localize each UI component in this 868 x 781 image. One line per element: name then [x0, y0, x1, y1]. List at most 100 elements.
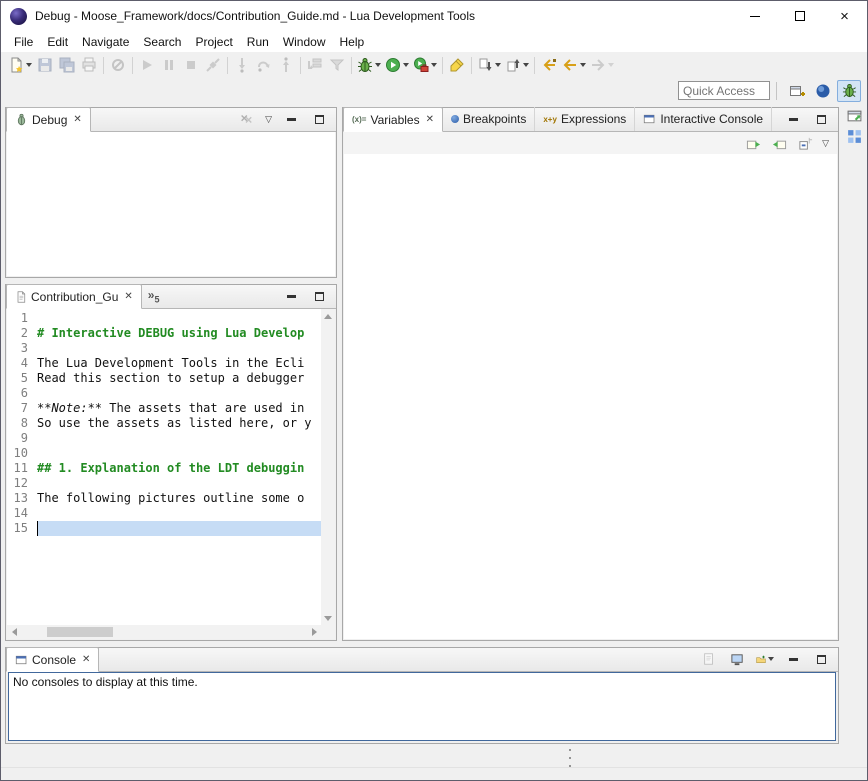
use-step-filters-button[interactable]: [326, 54, 348, 76]
code-line[interactable]: [37, 446, 321, 461]
last-edit-location-button[interactable]: [538, 54, 560, 76]
line-number[interactable]: 11: [7, 461, 37, 476]
close-icon[interactable]: ✕: [73, 114, 81, 125]
editor-tab-overflow-button[interactable]: »5: [148, 288, 160, 304]
tab-debug[interactable]: Debug ✕: [6, 107, 91, 132]
drop-to-frame-button[interactable]: [304, 54, 326, 76]
horizontal-scrollbar[interactable]: [7, 625, 335, 639]
maximize-view-button[interactable]: [310, 287, 328, 305]
print-button[interactable]: [78, 54, 100, 76]
line-number[interactable]: 7: [7, 401, 37, 416]
minimize-view-button[interactable]: [282, 110, 300, 128]
disconnect-button[interactable]: [202, 54, 224, 76]
code-line[interactable]: [37, 476, 321, 491]
previous-annotation-button[interactable]: [503, 54, 531, 76]
scroll-down-button[interactable]: [321, 611, 335, 625]
code-line[interactable]: **Note:** The assets that are used in: [37, 401, 321, 416]
line-number[interactable]: 6: [7, 386, 37, 401]
close-icon[interactable]: ✕: [426, 114, 434, 125]
sash-grip-icon[interactable]: [567, 749, 573, 767]
variables-view-content[interactable]: [344, 154, 837, 639]
menu-navigate[interactable]: Navigate: [75, 33, 136, 51]
maximize-button[interactable]: [777, 1, 822, 31]
close-button[interactable]: ×: [822, 1, 867, 31]
new-button[interactable]: [6, 54, 34, 76]
quick-access-input[interactable]: [678, 81, 770, 100]
tab-breakpoints[interactable]: Breakpoints: [443, 107, 535, 131]
minimize-button[interactable]: [732, 1, 777, 31]
clear-console-button[interactable]: [700, 650, 718, 668]
suspend-button[interactable]: [158, 54, 180, 76]
tab-console[interactable]: Console ✕: [6, 647, 99, 672]
code-line[interactable]: ## 1. Explanation of the LDT debuggin: [37, 461, 321, 476]
tab-expressions[interactable]: x+y Expressions: [535, 107, 635, 131]
debug-perspective-button[interactable]: [837, 80, 861, 102]
step-into-button[interactable]: [231, 54, 253, 76]
editor-content[interactable]: 1 2# Interactive DEBUG using Lua Develop…: [7, 309, 335, 639]
code-line[interactable]: [37, 431, 321, 446]
menu-search[interactable]: Search: [136, 33, 188, 51]
resume-button[interactable]: [136, 54, 158, 76]
line-number[interactable]: 15: [7, 521, 37, 536]
step-over-button[interactable]: [253, 54, 275, 76]
line-number[interactable]: 1: [7, 311, 37, 326]
terminate-button[interactable]: [180, 54, 202, 76]
view-menu-icon[interactable]: ▽: [822, 139, 829, 148]
code-line[interactable]: [37, 521, 321, 536]
collapse-all-button[interactable]: [796, 134, 814, 152]
external-tools-button[interactable]: [411, 54, 439, 76]
code-line[interactable]: [37, 386, 321, 401]
code-line[interactable]: The Lua Development Tools in the Ecli: [37, 356, 321, 371]
code-line[interactable]: Read this section to setup a debugger: [37, 371, 321, 386]
save-button[interactable]: [34, 54, 56, 76]
restore-view-button[interactable]: [846, 106, 864, 124]
maximize-view-button[interactable]: [310, 110, 328, 128]
line-number[interactable]: 10: [7, 446, 37, 461]
line-number[interactable]: 13: [7, 491, 37, 506]
scrollbar-thumb[interactable]: [47, 627, 113, 637]
close-icon[interactable]: ✕: [82, 654, 90, 665]
show-details-pane-button[interactable]: [770, 134, 788, 152]
menu-run[interactable]: Run: [240, 33, 276, 51]
view-menu-icon[interactable]: ▽: [265, 115, 272, 124]
skip-all-breakpoints-button[interactable]: [107, 54, 129, 76]
tab-variables[interactable]: (x)= Variables ✕: [343, 107, 443, 132]
code-line[interactable]: [37, 311, 321, 326]
code-line[interactable]: So use the assets as listed here, or y: [37, 416, 321, 431]
maximize-view-button[interactable]: [812, 650, 830, 668]
line-number[interactable]: 8: [7, 416, 37, 431]
tab-contribution-guide[interactable]: Contribution_Gu ✕: [6, 284, 142, 309]
maximize-view-button[interactable]: [812, 110, 830, 128]
debug-view-content[interactable]: [7, 132, 335, 276]
line-number[interactable]: 9: [7, 431, 37, 446]
back-button[interactable]: [560, 54, 588, 76]
ldt-perspective-button[interactable]: [811, 80, 835, 102]
scroll-right-button[interactable]: [307, 625, 321, 639]
vertical-scrollbar[interactable]: [321, 309, 335, 625]
line-number[interactable]: 12: [7, 476, 37, 491]
palette-view-button[interactable]: [846, 127, 864, 145]
console-content[interactable]: No consoles to display at this time.: [8, 672, 836, 741]
debug-button[interactable]: [355, 54, 383, 76]
editor-text-area[interactable]: 1 2# Interactive DEBUG using Lua Develop…: [7, 309, 321, 625]
code-line[interactable]: # Interactive DEBUG using Lua Develop: [37, 326, 321, 341]
line-number[interactable]: 5: [7, 371, 37, 386]
line-number[interactable]: 14: [7, 506, 37, 521]
scroll-up-button[interactable]: [321, 309, 335, 323]
remove-all-terminated-button[interactable]: [237, 110, 255, 128]
line-number[interactable]: 3: [7, 341, 37, 356]
code-line[interactable]: [37, 506, 321, 521]
run-button[interactable]: [383, 54, 411, 76]
open-console-button[interactable]: [756, 650, 774, 668]
save-all-button[interactable]: [56, 54, 78, 76]
code-line[interactable]: The following pictures outline some o: [37, 491, 321, 506]
step-return-button[interactable]: [275, 54, 297, 76]
show-logical-structure-button[interactable]: [744, 134, 762, 152]
minimize-view-button[interactable]: [784, 110, 802, 128]
display-selected-console-button[interactable]: [728, 650, 746, 668]
tab-interactive-console[interactable]: Interactive Console: [635, 107, 772, 131]
scroll-left-button[interactable]: [7, 625, 21, 639]
forward-button[interactable]: [588, 54, 616, 76]
line-number[interactable]: 2: [7, 326, 37, 341]
code-line[interactable]: [37, 341, 321, 356]
